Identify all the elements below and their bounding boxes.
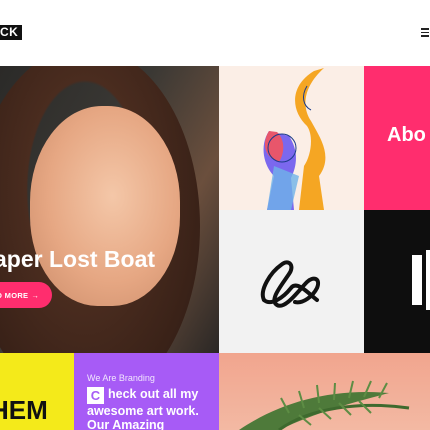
branding-tile[interactable]: We Are Branding Check out all my awesome… xyxy=(74,353,219,430)
dark-logo-tile[interactable] xyxy=(364,210,430,353)
knot-logo-icon xyxy=(260,260,320,308)
read-more-label: AD MORE xyxy=(0,290,29,300)
drop-cap: C xyxy=(87,387,104,404)
read-more-button[interactable]: AD MORE → xyxy=(0,282,52,308)
abstract-faces-illustration xyxy=(263,68,326,210)
plant-photo-tile[interactable] xyxy=(219,353,430,430)
branding-heading: Check out all my awesome art work. Our A… xyxy=(87,387,215,430)
stripes-logo-icon xyxy=(412,250,430,310)
arrow-right-icon: → xyxy=(31,290,40,300)
about-label: Abo xyxy=(387,124,426,146)
logo-design-tile[interactable] xyxy=(219,210,364,353)
hero-tile: aper Lost Boat AD MORE → xyxy=(0,66,219,353)
site-logo[interactable]: CK xyxy=(0,25,23,40)
about-tile[interactable]: Abo xyxy=(364,66,430,210)
yellow-text-tile[interactable]: HEM xyxy=(0,353,74,430)
plant-leaves-illustration xyxy=(239,380,410,430)
portfolio-art-tile[interactable] xyxy=(219,66,364,210)
portrait-face xyxy=(30,106,180,306)
hero-title: aper Lost Boat xyxy=(0,246,156,272)
hamburger-icon[interactable] xyxy=(421,28,429,37)
site-header: CK xyxy=(0,0,430,66)
yellow-panel-text: HEM xyxy=(0,395,48,425)
branding-subtitle: We Are Branding xyxy=(87,373,155,383)
